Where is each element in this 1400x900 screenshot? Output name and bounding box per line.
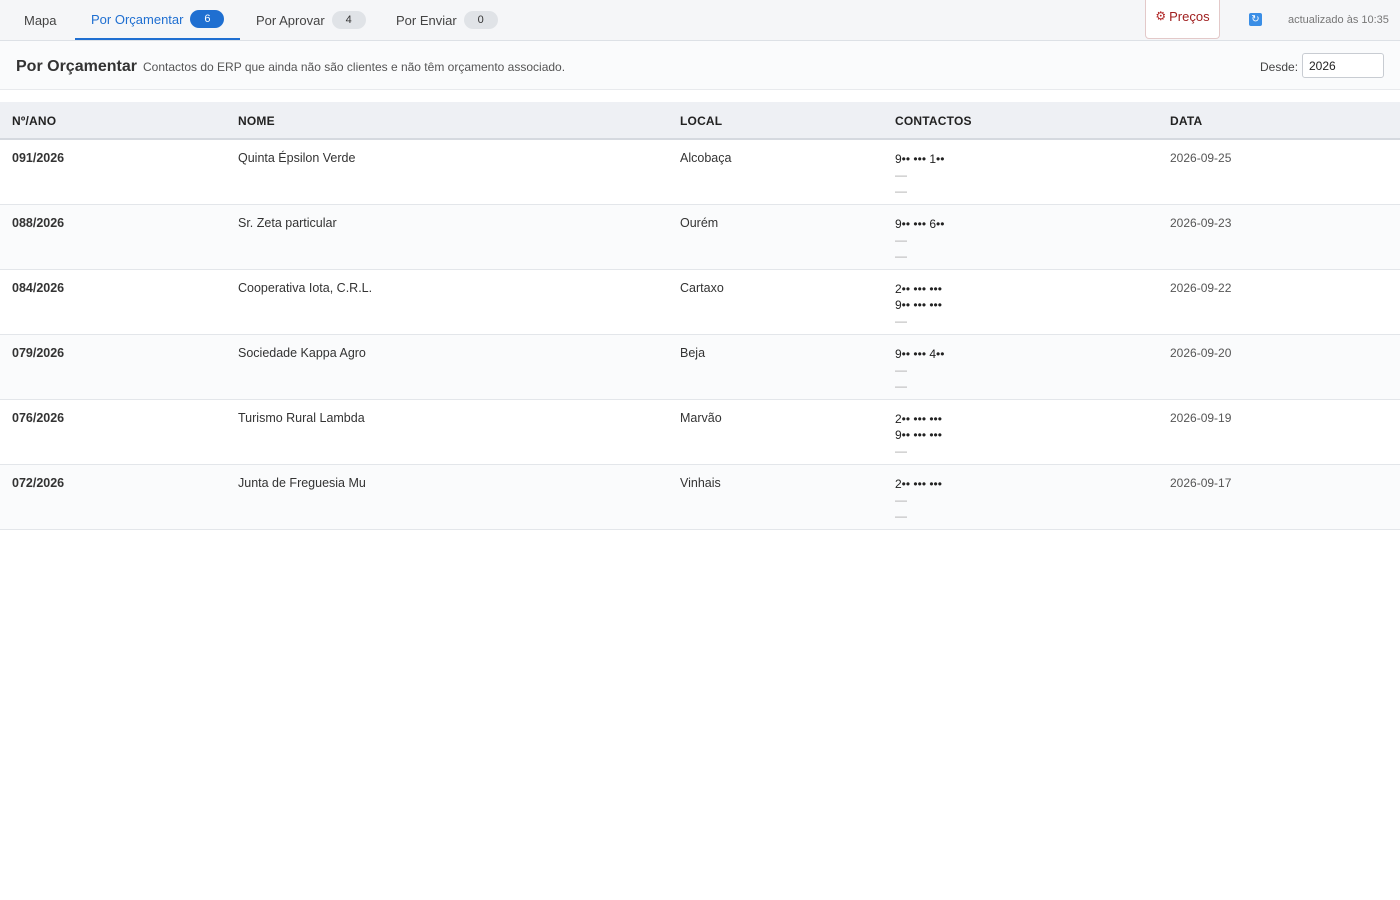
contacts-table: Nº/ANO NOME LOCAL CONTACTOS DATA 091/202… (0, 102, 1400, 530)
count-badge: 6 (190, 10, 225, 28)
row-name: Sociedade Kappa Agro (238, 346, 366, 360)
tab-mapa[interactable]: Mapa (24, 0, 57, 40)
desde-label: Desde: (1260, 60, 1299, 74)
row-number: 072/2026 (12, 476, 65, 490)
row-number: 091/2026 (12, 151, 65, 165)
desde-year-input[interactable] (1302, 53, 1384, 78)
contact-phone: 9•• ••• 4•• (895, 347, 945, 361)
page-title: Por Orçamentar (16, 58, 137, 75)
row-number: 084/2026 (12, 281, 65, 295)
table-header: Nº/ANO NOME LOCAL CONTACTOS DATA (0, 102, 1400, 140)
row-date: 2026-09-23 (1170, 216, 1232, 230)
row-local: Vinhais (680, 476, 721, 490)
count-badge: 0 (463, 11, 498, 29)
tab-label: Mapa (24, 12, 57, 28)
column-header-nome[interactable]: NOME (238, 114, 275, 128)
contact-phone: 9•• ••• ••• (895, 298, 942, 312)
row-name: Turismo Rural Lambda (238, 411, 365, 425)
precos-label: Preços (1169, 8, 1210, 24)
contact-empty: — (895, 233, 907, 247)
row-date: 2026-09-25 (1170, 151, 1232, 165)
precos-button[interactable]: ⚙ Preços (1145, 0, 1220, 39)
contact-empty: — (895, 379, 907, 393)
contact-empty: — (895, 493, 907, 507)
tab-por-aprovar[interactable]: Por Aprovar 4 (256, 0, 366, 40)
contact-phone: 2•• ••• ••• (895, 477, 942, 491)
contact-phone: 2•• ••• ••• (895, 412, 942, 426)
contact-phone: 9•• ••• 6•• (895, 217, 945, 231)
contact-empty: — (895, 444, 907, 458)
row-name: Junta de Freguesia Mu (238, 476, 366, 490)
contact-phone: 9•• ••• 1•• (895, 152, 945, 166)
tab-label: Por Enviar (396, 12, 457, 28)
column-header-local[interactable]: LOCAL (680, 114, 722, 128)
row-contacts: 2•• ••• ••• — — (895, 476, 942, 524)
contact-empty: — (895, 184, 907, 198)
row-contacts: 2•• ••• ••• 9•• ••• ••• — (895, 411, 942, 459)
contact-empty: — (895, 509, 907, 523)
row-name: Quinta Épsilon Verde (238, 151, 356, 165)
row-name: Cooperativa Iota, C.R.L. (238, 281, 373, 295)
row-number: 076/2026 (12, 411, 65, 425)
contact-empty: — (895, 168, 907, 182)
row-date: 2026-09-22 (1170, 281, 1232, 295)
contact-empty: — (895, 314, 907, 328)
tab-label: Por Orçamentar (91, 11, 184, 27)
contact-empty: — (895, 249, 907, 263)
page-description: Contactos do ERP que ainda não são clien… (143, 60, 566, 74)
tab-por-orcamentar[interactable]: Por Orçamentar 6 (75, 0, 241, 40)
row-name: Sr. Zeta particular (238, 216, 337, 230)
row-local: Cartaxo (680, 281, 724, 295)
table-row[interactable]: 072/2026 Junta de Freguesia Mu Vinhais 2… (0, 465, 1400, 530)
row-date: 2026-09-19 (1170, 411, 1232, 425)
row-contacts: 9•• ••• 1•• — — (895, 151, 944, 199)
column-header-data[interactable]: DATA (1170, 114, 1202, 128)
row-date: 2026-09-17 (1170, 476, 1232, 490)
table-row[interactable]: 084/2026 Cooperativa Iota, C.R.L. Cartax… (0, 270, 1400, 335)
contact-phone: 2•• ••• ••• (895, 282, 942, 296)
tab-por-enviar[interactable]: Por Enviar 0 (396, 0, 498, 40)
row-contacts: 2•• ••• ••• 9•• ••• ••• — (895, 281, 942, 329)
row-contacts: 9•• ••• 4•• — — (895, 346, 944, 394)
table-row[interactable]: 091/2026 Quinta Épsilon Verde Alcobaça 9… (0, 140, 1400, 205)
row-date: 2026-09-20 (1170, 346, 1232, 360)
row-local: Ourém (680, 216, 719, 230)
contact-phone: 9•• ••• ••• (895, 428, 942, 442)
column-header-contactos[interactable]: CONTACTOS (895, 114, 972, 128)
column-header-num[interactable]: Nº/ANO (12, 114, 56, 128)
refresh-icon[interactable]: ↻ (1249, 13, 1262, 26)
table-row[interactable]: 076/2026 Turismo Rural Lambda Marvão 2••… (0, 400, 1400, 465)
top-tab-bar: Mapa Por Orçamentar 6 Por Aprovar 4 Por … (0, 0, 1400, 41)
last-updated-text: actualizado às 10:35 (1288, 14, 1389, 26)
count-badge: 4 (331, 11, 366, 29)
row-number: 088/2026 (12, 216, 65, 230)
table-row[interactable]: 079/2026 Sociedade Kappa Agro Beja 9•• •… (0, 335, 1400, 400)
section-header: Por Orçamentar Contactos do ERP que aind… (0, 41, 1400, 90)
tab-label: Por Aprovar (256, 12, 325, 28)
table-row[interactable]: 088/2026 Sr. Zeta particular Ourém 9•• •… (0, 205, 1400, 270)
gear-icon: ⚙ (1155, 9, 1167, 23)
row-contacts: 9•• ••• 6•• — — (895, 216, 944, 264)
row-number: 079/2026 (12, 346, 65, 360)
row-local: Beja (680, 346, 706, 360)
row-local: Marvão (680, 411, 722, 425)
row-local: Alcobaça (680, 151, 732, 165)
contact-empty: — (895, 363, 907, 377)
